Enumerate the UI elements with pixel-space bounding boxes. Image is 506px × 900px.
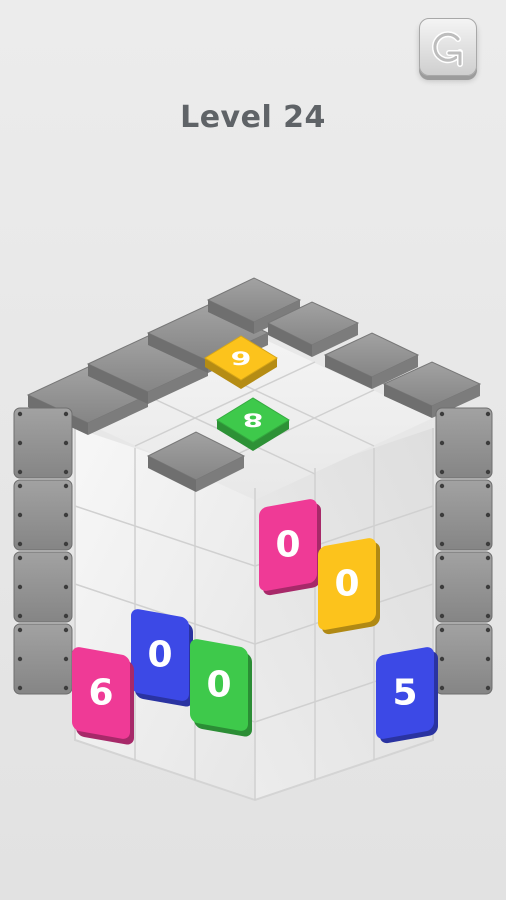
rivet: [17, 584, 23, 590]
rivet: [439, 613, 445, 619]
rivet: [439, 483, 445, 489]
tile-number-label: 0: [206, 665, 231, 706]
rivet: [485, 411, 491, 417]
rivet: [63, 411, 69, 417]
rivet: [63, 440, 69, 446]
rivet: [17, 512, 23, 518]
rivet: [485, 685, 491, 691]
metal-plates-right: [435, 407, 493, 695]
rivet: [17, 483, 23, 489]
rivet: [485, 656, 491, 662]
tile-number-label: 6: [88, 673, 113, 714]
rivet: [439, 555, 445, 561]
game-board: 6800006 5: [13, 277, 493, 802]
rivet: [485, 627, 491, 633]
number-tile-pink-upper[interactable]: 0: [259, 497, 321, 597]
rivet: [63, 627, 69, 633]
rivet: [17, 440, 23, 446]
rivet: [63, 469, 69, 475]
number-tile-yellow-right[interactable]: 0: [318, 536, 380, 636]
tile-number-label: 0: [275, 525, 300, 566]
tile-number-label: 8: [243, 409, 264, 431]
rivet: [63, 512, 69, 518]
rivet: [17, 627, 23, 633]
rivet: [485, 512, 491, 518]
rivet: [485, 541, 491, 547]
rivet: [63, 685, 69, 691]
rivet: [63, 613, 69, 619]
rivet: [485, 483, 491, 489]
rivet: [439, 411, 445, 417]
rivet: [63, 483, 69, 489]
rivet: [439, 685, 445, 691]
tile-number-label: 5: [392, 673, 417, 714]
tile-number-label: 6: [231, 347, 252, 369]
tile-number-label: 0: [147, 635, 172, 676]
rivet: [63, 541, 69, 547]
rivet: [63, 656, 69, 662]
rivet: [485, 584, 491, 590]
rivet: [17, 469, 23, 475]
number-tile-green-lower[interactable]: 0: [190, 638, 252, 738]
rivet: [485, 613, 491, 619]
rivet: [17, 541, 23, 547]
rivet: [439, 541, 445, 547]
number-tile-pink-lower[interactable]: 6: [72, 646, 134, 746]
rivet: [439, 469, 445, 475]
rivet: [17, 685, 23, 691]
rivet: [439, 584, 445, 590]
rivet: [17, 613, 23, 619]
rivet: [63, 584, 69, 590]
rivet: [439, 440, 445, 446]
rivet: [17, 656, 23, 662]
rivet: [485, 440, 491, 446]
number-tile-blue-left[interactable]: 0: [131, 608, 193, 708]
metal-plates-left: [13, 407, 73, 695]
rivet: [17, 411, 23, 417]
rivet: [485, 469, 491, 475]
number-tile-blue-right[interactable]: 5: [376, 645, 438, 745]
rivet: [439, 512, 445, 518]
rivet: [439, 656, 445, 662]
rivet: [63, 555, 69, 561]
rivet: [485, 555, 491, 561]
rivet: [439, 627, 445, 633]
rivet: [17, 555, 23, 561]
tile-number-label: 0: [334, 564, 359, 605]
